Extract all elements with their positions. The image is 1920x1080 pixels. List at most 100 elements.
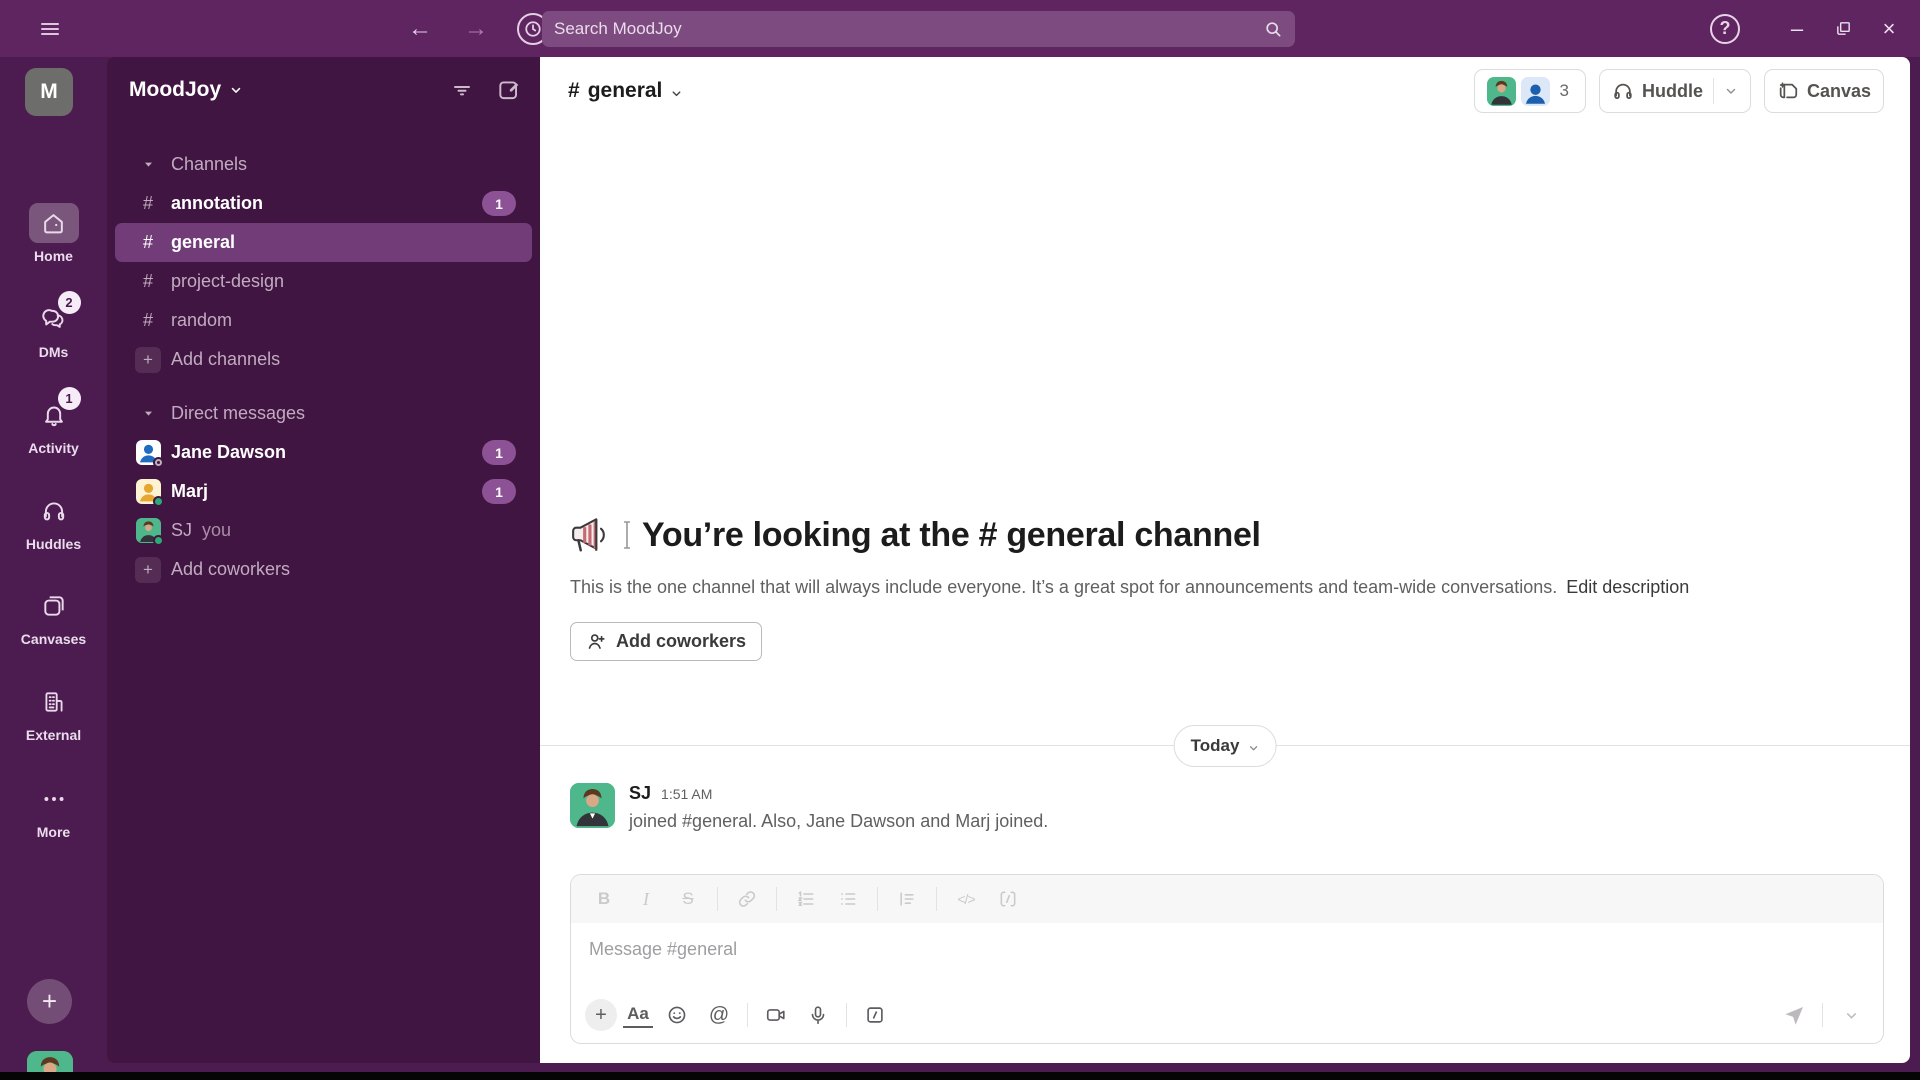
rail-item-dms[interactable]: 2 DMs [0, 291, 107, 360]
online-status-icon [152, 496, 164, 507]
chevron-down-icon [670, 87, 683, 100]
canvas-button[interactable]: Canvas [1763, 69, 1884, 113]
workspace-switcher[interactable]: MoodJoy [129, 78, 243, 102]
edit-description-link[interactable]: Edit description [1566, 577, 1689, 597]
code-block-icon[interactable] [991, 883, 1025, 915]
add-channels-button[interactable]: + Add channels [115, 340, 532, 379]
sidebar-channel-project-design[interactable]: # project-design [115, 262, 532, 301]
offline-status-icon [152, 457, 164, 468]
global-search-bar[interactable] [542, 10, 1295, 47]
help-icon[interactable]: ? [1710, 13, 1740, 44]
rail-item-canvases[interactable]: Canvases [0, 586, 107, 647]
avatar-self [135, 518, 164, 546]
link-icon[interactable] [730, 883, 764, 915]
text-cursor [622, 520, 632, 550]
huddle-button[interactable]: Huddle [1598, 69, 1751, 113]
message-avatar[interactable] [570, 783, 615, 828]
slash-commands-icon[interactable] [857, 998, 893, 1032]
bold-icon[interactable]: B [587, 883, 621, 915]
channels-section-header[interactable]: Channels [115, 145, 532, 184]
member-list-button[interactable]: 3 [1474, 69, 1586, 113]
message-author[interactable]: SJ [629, 783, 651, 804]
microphone-icon[interactable] [800, 998, 836, 1032]
channel-name: general [171, 232, 236, 252]
rail-item-home[interactable]: Home [0, 203, 107, 264]
avatar-jane-dawson [135, 440, 164, 468]
message-input[interactable]: Message #general [571, 923, 1883, 960]
add-coworkers-button-sidebar[interactable]: + Add coworkers [115, 550, 532, 589]
blockquote-icon[interactable] [890, 883, 924, 915]
search-input[interactable] [554, 18, 1263, 39]
sidebar-channel-general[interactable]: # general [115, 223, 532, 262]
sidebar-channel-random[interactable]: # random [115, 301, 532, 340]
dm-self[interactable]: SJ you [115, 511, 532, 550]
strikethrough-icon[interactable]: S [671, 883, 705, 915]
channel-view: # general 3 Huddle Canvas You’re looking… [540, 57, 1910, 1063]
italic-icon[interactable]: I [629, 883, 663, 915]
close-button[interactable]: × [1866, 9, 1912, 49]
date-label: Today [1190, 736, 1240, 755]
message-row[interactable]: SJ 1:51 AM joined #general. Also, Jane D… [570, 783, 1048, 832]
headphones-icon [41, 498, 67, 524]
hamburger-menu-icon[interactable] [38, 17, 62, 41]
history-back-button[interactable]: ← [405, 15, 435, 43]
mention-at-icon[interactable]: @ [701, 998, 737, 1032]
code-icon[interactable]: </> [949, 883, 983, 915]
formatting-toggle-aa[interactable]: Aa [623, 1002, 653, 1028]
unread-badge: 1 [482, 479, 516, 504]
message-text: joined #general. Also, Jane Dawson and M… [629, 811, 1049, 831]
schedule-send-chevron-icon[interactable] [1833, 998, 1869, 1032]
hash-icon: # [568, 79, 580, 102]
huddle-label: Huddle [1641, 80, 1703, 101]
minimize-button[interactable]: – [1774, 9, 1820, 49]
channel-title-button[interactable]: # general [568, 79, 683, 103]
app-window: MoodJoy Channels # annotation 1 # genera… [107, 57, 1910, 1063]
member-avatar-generic [1521, 76, 1551, 106]
activity-badge: 1 [57, 387, 81, 410]
video-icon[interactable] [758, 998, 794, 1032]
plus-icon: + [135, 556, 161, 583]
ordered-list-icon[interactable] [789, 883, 823, 915]
dm-jane-dawson[interactable]: Jane Dawson 1 [115, 433, 532, 472]
dms-badge: 2 [57, 291, 81, 314]
title-bar: ← → ? – × [0, 0, 1920, 57]
filter-icon[interactable] [450, 78, 474, 102]
hash-icon: # [142, 193, 153, 213]
canvas-label: Canvas [1806, 80, 1871, 101]
dms-section-header[interactable]: Direct messages [115, 394, 532, 433]
chevron-down-icon[interactable] [1724, 84, 1738, 98]
workspace-avatar[interactable]: M [25, 68, 73, 116]
rail-item-external[interactable]: External [0, 682, 107, 743]
unread-badge: 1 [482, 440, 516, 465]
left-rail: M Home 2 DMs 1 Activity Huddles Canvases… [0, 57, 107, 1080]
history-forward-button[interactable]: → [461, 15, 491, 43]
message-composer[interactable]: B I S </> Message #general + Aa @ [570, 874, 1884, 1044]
bullet-list-icon[interactable] [831, 883, 865, 915]
chevron-down-icon [1247, 742, 1259, 754]
rail-item-more[interactable]: More [0, 779, 107, 840]
divider [936, 887, 937, 911]
formatting-toolbar: B I S </> [571, 875, 1883, 923]
date-divider-button[interactable]: Today [1173, 725, 1277, 767]
welcome-title: You’re looking at the # general channel [642, 515, 1261, 554]
attach-plus-button[interactable]: + [585, 999, 617, 1031]
divider [776, 887, 777, 911]
create-new-button[interactable]: + [27, 979, 72, 1024]
sidebar-channel-annotation[interactable]: # annotation 1 [115, 184, 532, 223]
dm-name: SJ [171, 520, 193, 540]
headphones-icon [1612, 80, 1634, 102]
emoji-icon[interactable] [659, 998, 695, 1032]
rail-label: Huddles [25, 536, 82, 552]
rail-item-activity[interactable]: 1 Activity [0, 387, 107, 456]
compose-icon[interactable] [496, 77, 522, 103]
megaphone-icon [570, 515, 612, 555]
send-button[interactable] [1776, 998, 1812, 1032]
restore-button[interactable] [1820, 9, 1866, 49]
rail-item-huddles[interactable]: Huddles [0, 491, 107, 552]
workspace-sidebar: MoodJoy Channels # annotation 1 # genera… [107, 57, 540, 1063]
hash-icon: # [142, 310, 153, 330]
dm-marj[interactable]: Marj 1 [115, 472, 532, 511]
message-timestamp[interactable]: 1:51 AM [661, 786, 712, 802]
bottom-edge [0, 1072, 1920, 1080]
add-coworkers-button[interactable]: Add coworkers [570, 622, 763, 661]
